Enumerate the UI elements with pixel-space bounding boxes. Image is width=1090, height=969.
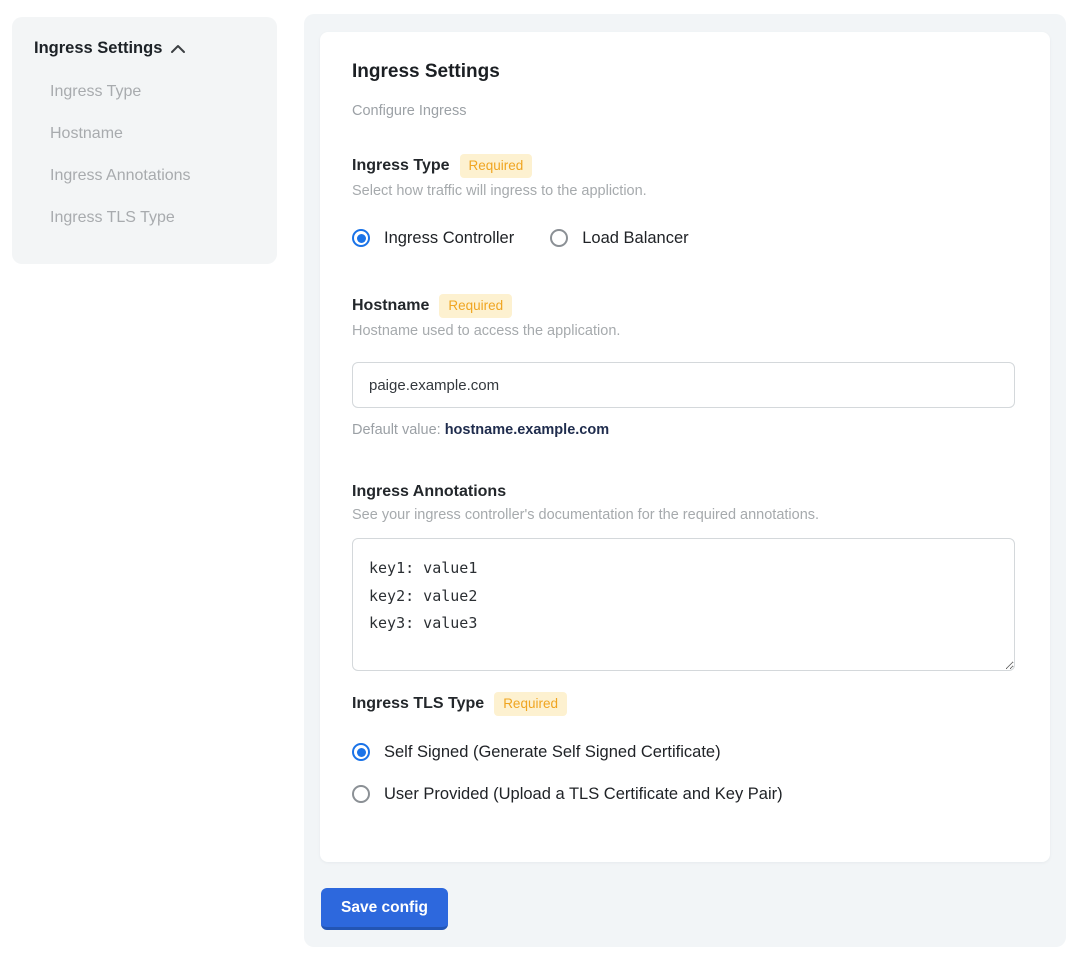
section-ingress-annotations: Ingress Annotations See your ingress con… bbox=[352, 482, 1018, 671]
radio-unselected-icon[interactable] bbox=[550, 229, 568, 247]
section-ingress-type: Ingress Type Required Select how traffic… bbox=[352, 154, 1018, 248]
hostname-description: Hostname used to access the application. bbox=[352, 322, 1018, 340]
ingress-settings-panel: Ingress Settings Configure Ingress Ingre… bbox=[304, 14, 1066, 947]
radio-selected-icon[interactable] bbox=[352, 229, 370, 247]
required-badge: Required bbox=[494, 692, 567, 716]
ingress-type-label: Ingress Type bbox=[352, 156, 450, 176]
sidebar-item-ingress-type[interactable]: Ingress Type bbox=[50, 82, 255, 102]
sidebar-item-list: Ingress Type Hostname Ingress Annotation… bbox=[34, 82, 255, 228]
save-config-button[interactable]: Save config bbox=[321, 888, 448, 930]
radio-selected-icon[interactable] bbox=[352, 743, 370, 761]
ingress-annotations-textarea[interactable]: key1: value1 key2: value2 key3: value3 bbox=[352, 538, 1015, 671]
sidebar-section-title: Ingress Settings bbox=[34, 39, 162, 58]
sidebar-section-ingress-settings[interactable]: Ingress Settings bbox=[34, 39, 255, 58]
section-ingress-tls-type: Ingress TLS Type Required Self Signed (G… bbox=[352, 692, 1018, 804]
radio-option-user-provided[interactable]: User Provided (Upload a TLS Certificate … bbox=[352, 784, 1018, 804]
settings-sidebar: Ingress Settings Ingress Type Hostname I… bbox=[12, 17, 277, 264]
required-badge: Required bbox=[460, 154, 533, 178]
ingress-annotations-description: See your ingress controller's documentat… bbox=[352, 506, 1018, 524]
ingress-tls-type-label: Ingress TLS Type bbox=[352, 694, 484, 714]
radio-option-load-balancer[interactable]: Load Balancer bbox=[550, 228, 688, 248]
page-title: Ingress Settings bbox=[352, 60, 1018, 84]
page-subtitle: Configure Ingress bbox=[352, 102, 1018, 120]
section-hostname: Hostname Required Hostname used to acces… bbox=[352, 294, 1018, 439]
radio-option-ingress-controller[interactable]: Ingress Controller bbox=[352, 228, 514, 248]
ingress-settings-card: Ingress Settings Configure Ingress Ingre… bbox=[320, 32, 1050, 862]
chevron-up-icon bbox=[170, 44, 186, 54]
hostname-input[interactable] bbox=[352, 362, 1015, 408]
ingress-annotations-label: Ingress Annotations bbox=[352, 482, 506, 502]
ingress-tls-type-radio-group: Self Signed (Generate Self Signed Certif… bbox=[352, 742, 1018, 804]
sidebar-item-hostname[interactable]: Hostname bbox=[50, 124, 255, 144]
sidebar-item-ingress-tls-type[interactable]: Ingress TLS Type bbox=[50, 208, 255, 228]
sidebar-item-ingress-annotations[interactable]: Ingress Annotations bbox=[50, 166, 255, 186]
hostname-default-value: Default value: hostname.example.com bbox=[352, 421, 1018, 439]
ingress-type-radio-group: Ingress Controller Load Balancer bbox=[352, 228, 1018, 248]
ingress-type-description: Select how traffic will ingress to the a… bbox=[352, 182, 1018, 200]
hostname-default-value-text: hostname.example.com bbox=[445, 422, 609, 438]
required-badge: Required bbox=[439, 294, 512, 318]
radio-unselected-icon[interactable] bbox=[352, 785, 370, 803]
radio-option-self-signed[interactable]: Self Signed (Generate Self Signed Certif… bbox=[352, 742, 1018, 762]
hostname-label: Hostname bbox=[352, 296, 429, 316]
